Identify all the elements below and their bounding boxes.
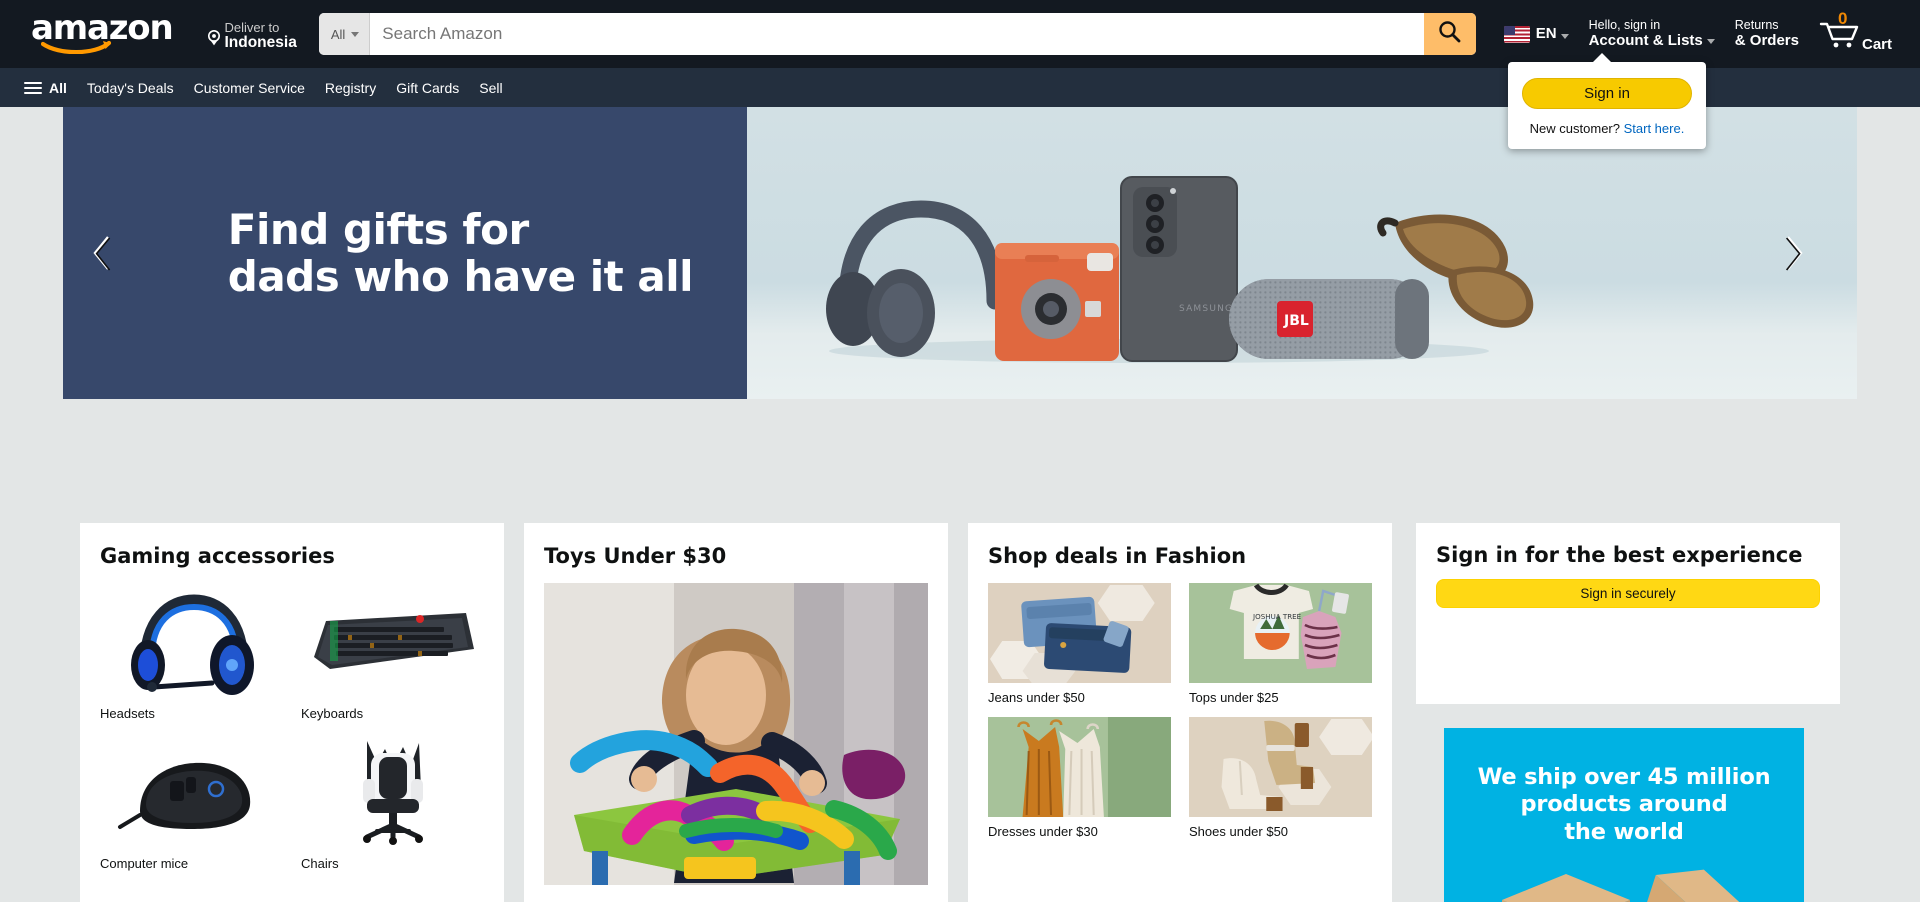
tile-label: Computer mice: [100, 856, 189, 872]
hero-carousel: Find gifts for dads who have it all SAMS…: [63, 107, 1857, 399]
svg-text:SAMSUNG: SAMSUNG: [1179, 304, 1233, 314]
hero-product-image: SAMSUNG JBL: [799, 151, 1539, 363]
carousel-next-button[interactable]: [1765, 107, 1823, 399]
nav-all-menu-button[interactable]: All: [14, 72, 77, 104]
amazon-boxes-illustration: [1444, 860, 1804, 902]
nav-all-label: All: [49, 79, 67, 96]
signin-card-title: Sign in for the best experience: [1436, 543, 1803, 567]
tile-grid: Jeans under $50 JOSHUA TREE Tops under $…: [988, 583, 1372, 841]
returns-label: Returns: [1734, 18, 1779, 33]
chevron-right-icon: [1783, 234, 1805, 272]
search-category-value: All: [330, 26, 346, 42]
amazon-logo[interactable]: amazon: [18, 4, 183, 65]
search-icon: [1437, 19, 1462, 49]
hanging-dresses-image: [988, 717, 1171, 818]
new-customer-text: New customer?: [1529, 121, 1620, 136]
search-input[interactable]: [370, 13, 1424, 55]
account-greeting: Hello, sign in: [1588, 18, 1661, 33]
tile-label: Tops under $25: [1189, 690, 1279, 706]
card-title: Gaming accessories: [100, 544, 335, 568]
card-row: Gaming accessories Headsets Keyboards Co…: [0, 523, 1920, 902]
chevron-down-icon: [1560, 33, 1569, 39]
tile-dresses-under-30[interactable]: Dresses under $30: [988, 717, 1171, 841]
orders-label: & Orders: [1734, 32, 1799, 50]
svg-text:JOSHUA TREE: JOSHUA TREE: [1252, 612, 1301, 621]
page-content: Find gifts for dads who have it all SAMS…: [0, 107, 1920, 902]
hero-title-line1: Find gifts for: [227, 204, 529, 254]
ad-line-1: We ship over 45 million: [1477, 764, 1771, 790]
svg-text:JBL: JBL: [1283, 313, 1309, 329]
gaming-keyboard-image: [301, 583, 484, 700]
card-toys-under-30: Toys Under $30: [524, 523, 948, 902]
cart-item-count: 0: [1837, 9, 1848, 28]
nav-item-sell[interactable]: Sell: [469, 72, 512, 104]
card-signin-for-best-experience: Sign in for the best experience Sign in …: [1416, 523, 1840, 704]
nav-item-todays-deals[interactable]: Today's Deals: [77, 72, 184, 104]
returns-and-orders-link[interactable]: Returns & Orders: [1725, 7, 1809, 61]
ad-line-3: the world: [1564, 818, 1684, 845]
hero-title-line2: dads who have it all: [227, 252, 694, 301]
us-flag-icon: [1503, 25, 1530, 43]
ad-line-2: products around: [1520, 791, 1728, 818]
ad-text: We ship over 45 million products around …: [1444, 728, 1804, 846]
chevron-down-icon: [1706, 38, 1715, 44]
search-bar: All: [318, 13, 1476, 55]
ad-banner-ship-worldwide[interactable]: We ship over 45 million products around …: [1444, 728, 1804, 902]
sign-in-securely-button[interactable]: Sign in securely: [1436, 579, 1820, 608]
tile-label: Chairs: [301, 856, 339, 872]
language-code: EN: [1535, 25, 1557, 43]
signin-flyout-panel: Sign in New customer? Start here.: [1508, 53, 1706, 149]
search-submit-button[interactable]: [1423, 13, 1476, 55]
location-pin-icon: [207, 30, 221, 51]
tile-headsets[interactable]: Headsets: [100, 583, 283, 723]
tshirt-and-tank-top-image: JOSHUA TREE: [1189, 583, 1372, 684]
gaming-mouse-image: [100, 733, 283, 850]
tile-tops-under-25[interactable]: JOSHUA TREE Tops under $25: [1189, 583, 1372, 707]
amazon-smile-icon: [41, 38, 113, 54]
tile-jeans-under-50[interactable]: Jeans under $50: [988, 583, 1171, 707]
site-header: amazon Deliver to Indonesia All Search A…: [0, 0, 1920, 149]
ankle-boots-image: [1189, 717, 1372, 818]
signin-button[interactable]: Sign in: [1522, 78, 1692, 109]
hamburger-menu-icon: [24, 81, 42, 94]
tile-computer-mice[interactable]: Computer mice: [100, 733, 283, 873]
tile-grid: Headsets Keyboards Computer mice Chairs: [100, 583, 484, 873]
cart-label: Cart: [1861, 36, 1892, 53]
new-customer-row: New customer? Start here.: [1522, 121, 1692, 136]
tile-label: Headsets: [100, 706, 155, 722]
chevron-down-icon: [351, 31, 360, 37]
deliver-to-country: Indonesia: [224, 34, 297, 52]
nav-item-registry[interactable]: Registry: [315, 72, 386, 104]
card-shop-deals-fashion: Shop deals in Fashion Jeans under $50 JO…: [968, 523, 1392, 902]
hero-text-panel: Find gifts for dads who have it all: [63, 107, 747, 399]
tile-label: Dresses under $30: [988, 824, 1098, 840]
nav-item-gift-cards[interactable]: Gift Cards: [386, 72, 469, 104]
tile-chairs[interactable]: Chairs: [301, 733, 484, 873]
hero-image-panel: SAMSUNG JBL: [747, 107, 1857, 399]
tile-label: Jeans under $50: [988, 690, 1085, 706]
hero-title: Find gifts for dads who have it all: [227, 204, 747, 301]
start-here-link[interactable]: Start here.: [1624, 121, 1685, 136]
language-selector[interactable]: EN: [1494, 14, 1579, 55]
deliver-to-selector[interactable]: Deliver to Indonesia: [197, 6, 306, 63]
account-lists-label: Account & Lists: [1589, 33, 1715, 49]
gaming-headset-image: [100, 583, 283, 700]
cart-button[interactable]: 0 Cart: [1809, 2, 1902, 66]
folded-jeans-image: [988, 583, 1171, 684]
tile-label: Shoes under $50: [1189, 824, 1289, 840]
tile-label: Keyboards: [301, 706, 364, 722]
gaming-chair-image: [301, 733, 484, 850]
nav-item-customer-service[interactable]: Customer Service: [184, 72, 315, 104]
tile-keyboards[interactable]: Keyboards: [301, 583, 484, 723]
carousel-prev-button[interactable]: [73, 107, 131, 399]
card-gaming-accessories: Gaming accessories Headsets Keyboards Co…: [80, 523, 504, 902]
search-category-dropdown[interactable]: All: [318, 13, 371, 55]
deliver-to-label: Deliver to: [224, 19, 280, 35]
tile-shoes-under-50[interactable]: Shoes under $50: [1189, 717, 1372, 841]
card-title: Shop deals in Fashion: [988, 544, 1247, 568]
card-title: Toys Under $30: [544, 544, 727, 568]
toys-photo[interactable]: [544, 583, 928, 886]
chevron-left-icon: [91, 234, 113, 272]
